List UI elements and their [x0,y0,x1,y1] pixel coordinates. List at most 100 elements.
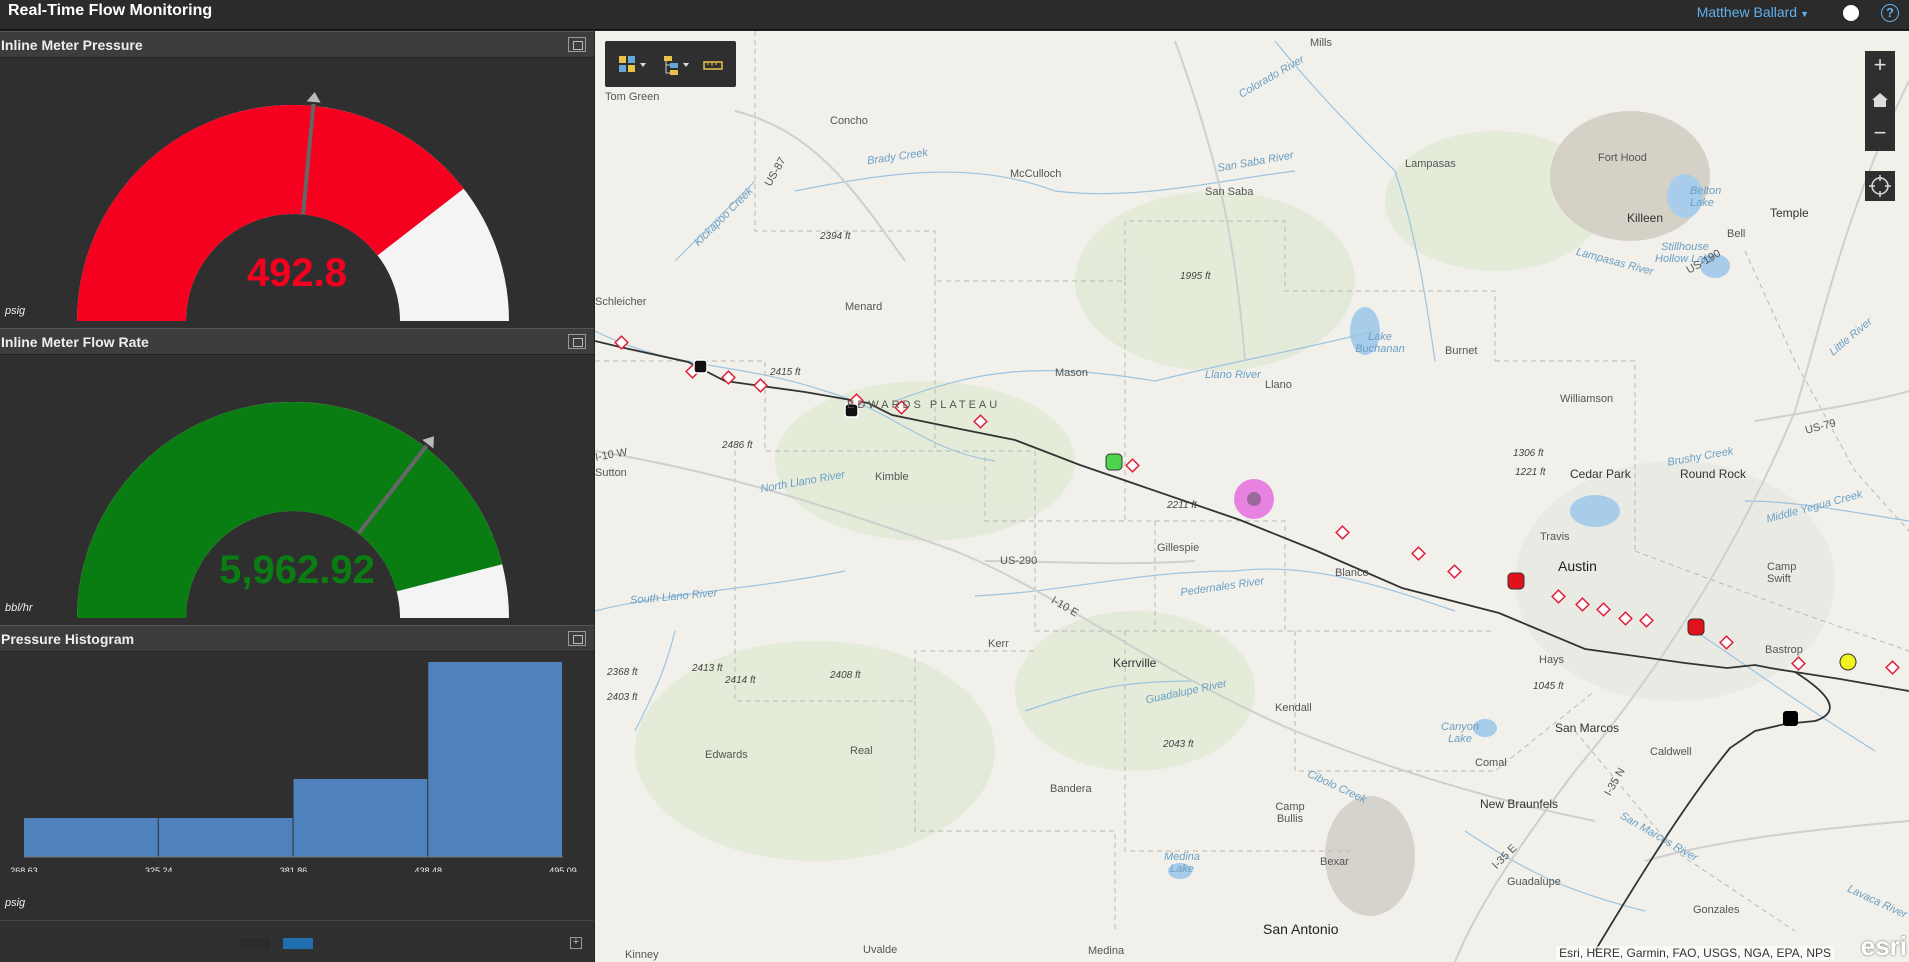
map-label: Hays [1539,654,1565,666]
map-label: Schleicher [595,296,647,308]
map-label: 2415 ft [770,367,801,378]
histogram-bar[interactable] [24,818,158,857]
histogram-title: Pressure Histogram [1,631,135,647]
map-label: San Antonio [1263,921,1339,937]
gauge-needle-tip [306,92,321,103]
map-label: Bandera [1050,783,1092,795]
maximize-icon[interactable] [568,37,586,52]
chevron-down-icon: ▼ [1800,9,1809,19]
map-label: Mason [1055,367,1089,379]
map-label: Mills [1310,37,1332,49]
map-label: EDWARDS PLATEAU [847,399,1001,411]
map-label: McCulloch [1010,168,1062,180]
pressure-unit: psig [5,305,26,317]
pressure-gauge-title: Inline Meter Pressure [1,37,143,53]
flow-gauge-header: Inline Meter Flow Rate [0,328,594,355]
left-panel: Inline Meter Pressure 492.8 psig Inline … [0,31,594,962]
status-dot-icon[interactable] [1843,5,1859,21]
map-label: US-290 [1000,555,1038,567]
map-label: Menard [845,301,883,313]
map-label: 2368 ft [607,667,638,678]
basemap-gallery-button[interactable] [615,53,651,77]
zoom-out-button[interactable]: − [1865,119,1895,149]
measure-button[interactable] [700,53,736,77]
map-label: Sutton [595,467,627,479]
flow-unit: bbl/hr [5,602,33,614]
histogram-panel: Pressure Histogram 268.63 325.24 381.86 438… [0,625,594,920]
map-label: Real [850,745,873,757]
map-label: Temple [1770,206,1809,220]
app-title: Real-Time Flow Monitoring [8,2,213,19]
map-label: Kerrville [1113,656,1157,670]
maximize-icon[interactable] [568,631,586,646]
map-label: 2408 ft [830,670,861,681]
map-label: Burnet [1445,345,1478,357]
zoom-in-button[interactable]: + [1865,51,1895,81]
help-icon[interactable]: ? [1881,4,1899,22]
user-menu[interactable]: Matthew Ballard ▼ [1697,4,1809,20]
map-label: Concho [830,115,868,127]
histogram-tick-label: 381.86 [280,866,308,872]
map-label: 2211 ft [1167,500,1197,511]
map-label: 2394 ft [820,231,851,242]
histogram-bar[interactable] [293,779,428,857]
histogram-tick-label: 325.24 [145,866,173,872]
layers-icon [664,56,689,75]
map-label: Camp Bullis [1275,801,1305,825]
histogram-bar[interactable] [428,662,562,857]
pressure-gauge-panel: Inline Meter Pressure 492.8 psig [0,31,594,328]
map-label: Travis [1540,531,1570,543]
histogram-header: Pressure Histogram [0,625,594,652]
add-icon[interactable]: + [570,937,582,949]
map-label: 1045 ft [1533,681,1564,692]
home-button[interactable] [1865,85,1895,115]
map-label: Kinney [625,949,659,961]
map-label: Lake Buchanan [1355,331,1405,355]
home-icon [1872,93,1888,107]
flow-gauge-title: Inline Meter Flow Rate [1,334,149,350]
histogram-unit: psig [5,897,26,909]
map-label: Kendall [1275,702,1312,714]
map-label: San Marcos [1555,721,1620,735]
map-view[interactable]: Mills Tom Green Concho McCulloch San Sab… [595,31,1909,962]
locate-button[interactable] [1865,171,1895,201]
histogram-tick-label: 268.63 [10,866,38,872]
map-label: Llano River [1205,369,1261,381]
histogram-tick-label: 495.09 [549,866,577,872]
layer-list-button[interactable] [660,53,696,77]
flow-value: 5,962.92 [219,548,375,592]
zoom-controls: + − [1865,51,1895,151]
map-label: 2413 ft [692,663,723,674]
pressure-value: 492.8 [246,251,348,295]
map-label: Kimble [875,471,909,483]
map-label: Tom Green [605,91,660,103]
map-label: 2403 ft [607,692,638,703]
map-label: Gonzales [1693,904,1740,916]
map-label: Bastrop [1765,644,1803,656]
map-toolbox [605,41,736,87]
histogram-bar[interactable] [158,818,293,857]
map-label: Round Rock [1680,467,1747,481]
map-label: Comal [1475,757,1507,769]
map-label: New Braunfels [1480,797,1559,811]
map-label: Blanco [1335,567,1369,579]
map-label: Gillespie [1157,542,1200,554]
flow-gauge-panel: Inline Meter Flow Rate 5,962.92 bbl/hr [0,328,594,625]
map-label: Austin [1558,558,1597,574]
esri-logo: esri [1860,931,1907,961]
map-label: Guadalupe [1507,876,1561,888]
map-label: Edwards [705,749,748,761]
histogram-chart: 268.63 325.24 381.86 438.48 495.09 [10,662,577,872]
map-label: Caldwell [1650,746,1692,758]
map-label: Medina [1088,945,1125,957]
map-label: San Saba [1205,186,1254,198]
map-label: Killeen [1627,211,1664,225]
map-attribution: Esri, HERE, Garmin, FAO, USGS, NGA, EPA,… [1556,946,1834,960]
map-label: Lampasas [1405,158,1456,170]
map-label: Cedar Park [1570,467,1631,481]
map-label: Bexar [1320,856,1349,868]
maximize-icon[interactable] [568,334,586,349]
legend-swatch[interactable] [283,938,313,949]
legend-swatch[interactable] [240,938,270,949]
map-label: 1995 ft [1180,271,1211,282]
